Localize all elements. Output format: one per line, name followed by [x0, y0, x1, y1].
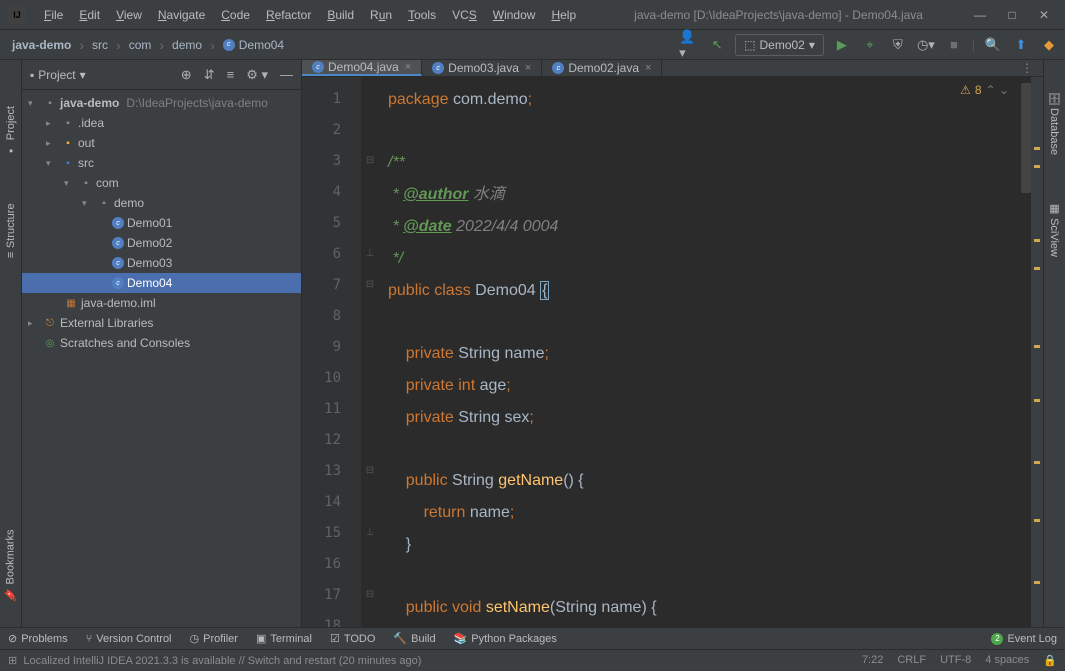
menu-refactor[interactable]: Refactor — [258, 4, 319, 26]
back-arrow-icon[interactable]: ↖ — [707, 35, 727, 55]
ide-button[interactable]: ◆ — [1039, 35, 1059, 55]
tool-sciview[interactable]: ▦ SciView — [1045, 196, 1064, 263]
tab-version-control[interactable]: ⑂ Version Control — [86, 633, 172, 645]
tree-file-demo02[interactable]: cDemo02 — [22, 233, 301, 253]
tool-bookmarks[interactable]: 🔖Bookmarks — [1, 523, 20, 607]
close-icon[interactable]: × — [645, 62, 651, 74]
menu-build[interactable]: Build — [319, 4, 362, 26]
expand-icon[interactable]: ⇵ — [204, 67, 215, 83]
close-icon[interactable]: × — [525, 62, 531, 74]
tab-terminal[interactable]: ▣ Terminal — [256, 632, 312, 645]
code-editor[interactable]: package com.demo; /** * @author 水滴 * @da… — [378, 77, 1031, 627]
tree-scratch[interactable]: ◎Scratches and Consoles — [22, 333, 301, 353]
tab-demo03[interactable]: cDemo03.java× — [422, 60, 542, 76]
tool-windows-icon[interactable]: ⊞ — [8, 654, 17, 667]
lock-icon[interactable]: 🔒 — [1043, 654, 1057, 667]
tab-profiler[interactable]: ◷ Profiler — [190, 632, 238, 645]
stop-button[interactable]: ■ — [944, 35, 964, 55]
tree-demo[interactable]: ▾▪demo — [22, 193, 301, 213]
status-message[interactable]: Localized IntelliJ IDEA 2021.3.3 is avai… — [23, 655, 421, 667]
tab-build[interactable]: 🔨 Build — [393, 632, 435, 645]
crumb-com[interactable]: com — [123, 35, 158, 55]
editor-area: cDemo04.java× cDemo03.java× cDemo02.java… — [302, 60, 1043, 627]
warning-indicator[interactable]: ⚠ 8 ⌃ ⌄ — [960, 83, 1009, 97]
titlebar: IJ File Edit View Navigate Code Refactor… — [0, 0, 1065, 30]
project-view-select[interactable]: ▪ Project ▾ — [30, 68, 86, 82]
add-user-icon[interactable]: 👤▾ — [679, 35, 699, 55]
menu-run[interactable]: Run — [362, 4, 400, 26]
line-number-gutter: 123456789101112131415161718 — [302, 77, 362, 627]
indent[interactable]: 4 spaces — [985, 654, 1029, 667]
caret-position[interactable]: 7:22 — [862, 654, 883, 667]
menu-tools[interactable]: Tools — [400, 4, 444, 26]
minimize-button[interactable]: — — [973, 8, 987, 22]
bottom-tool-tabs: ⊘ Problems ⑂ Version Control ◷ Profiler … — [0, 627, 1065, 649]
maximize-button[interactable]: □ — [1005, 8, 1019, 22]
encoding[interactable]: UTF-8 — [940, 654, 971, 667]
debug-button[interactable]: ⌖ — [860, 35, 880, 55]
overview-scrollbar[interactable] — [1021, 83, 1031, 193]
crumb-src[interactable]: src — [86, 35, 114, 55]
hide-icon[interactable]: — — [280, 67, 293, 83]
breadcrumb: java-demo› src› com› demo› cDemo04 — [6, 35, 290, 55]
menu-view[interactable]: View — [108, 4, 150, 26]
editor-tabs: cDemo04.java× cDemo03.java× cDemo02.java… — [302, 60, 1043, 77]
menu-edit[interactable]: Edit — [71, 4, 108, 26]
main-menu: File Edit View Navigate Code Refactor Bu… — [36, 4, 584, 26]
tabs-more-icon[interactable]: ⋮ — [1011, 60, 1043, 76]
run-button[interactable]: ▶ — [832, 35, 852, 55]
run-configuration-select[interactable]: ⬚ Demo02 ▾ — [735, 34, 824, 56]
tree-file-demo03[interactable]: cDemo03 — [22, 253, 301, 273]
tree-com[interactable]: ▾▪com — [22, 173, 301, 193]
tree-idea[interactable]: ▸▪.idea — [22, 113, 301, 133]
project-panel: ▪ Project ▾ ⊕ ⇵ ≡ ⚙ ▾ — ▾▪java-demoD:\Id… — [22, 60, 302, 627]
tree-iml[interactable]: ▦java-demo.iml — [22, 293, 301, 313]
tree-out[interactable]: ▸▪out — [22, 133, 301, 153]
update-button[interactable]: ⬆ — [1011, 35, 1031, 55]
search-button[interactable]: 🔍 — [983, 35, 1003, 55]
tree-extlib[interactable]: ▸⎋External Libraries — [22, 313, 301, 333]
tree-file-demo01[interactable]: cDemo01 — [22, 213, 301, 233]
status-bar: ⊞ Localized IntelliJ IDEA 2021.3.3 is av… — [0, 649, 1065, 671]
menu-file[interactable]: File — [36, 4, 71, 26]
tab-todo[interactable]: ☑ TODO — [330, 632, 375, 645]
menu-help[interactable]: Help — [543, 4, 584, 26]
menu-vcs[interactable]: VCS — [444, 4, 485, 26]
tab-demo04[interactable]: cDemo04.java× — [302, 60, 422, 76]
collapse-icon[interactable]: ≡ — [227, 67, 235, 83]
tool-database[interactable]: 🗄 Database — [1045, 85, 1064, 161]
fold-gutter: ⊟⊥⊟⊟⊥⊟ — [362, 77, 378, 627]
error-stripe — [1031, 77, 1043, 627]
menu-navigate[interactable]: Navigate — [150, 4, 213, 26]
settings-icon[interactable]: ⚙ ▾ — [246, 67, 268, 83]
tree-file-demo04[interactable]: cDemo04 — [22, 273, 301, 293]
right-tool-strip: 🗄 Database ▦ SciView — [1043, 60, 1065, 627]
coverage-button[interactable]: ⛨ — [888, 35, 908, 55]
navigation-bar: java-demo› src› com› demo› cDemo04 👤▾ ↖ … — [0, 30, 1065, 60]
project-tree: ▾▪java-demoD:\IdeaProjects\java-demo ▸▪.… — [22, 90, 301, 627]
window-controls: — □ ✕ — [973, 8, 1051, 22]
window-title: java-demo [D:\IdeaProjects\java-demo] - … — [584, 8, 973, 22]
select-opened-icon[interactable]: ⊕ — [181, 67, 192, 83]
menu-code[interactable]: Code — [213, 4, 258, 26]
crumb-demo[interactable]: demo — [166, 35, 208, 55]
line-separator[interactable]: CRLF — [897, 654, 926, 667]
tab-problems[interactable]: ⊘ Problems — [8, 632, 68, 645]
menu-window[interactable]: Window — [485, 4, 544, 26]
tab-python-packages[interactable]: 📚 Python Packages — [454, 632, 557, 645]
crumb-project[interactable]: java-demo — [6, 35, 77, 55]
tool-project[interactable]: ▪Project — [2, 100, 20, 162]
tool-structure[interactable]: ≡Structure — [2, 197, 20, 264]
close-icon[interactable]: × — [405, 61, 411, 73]
tree-src[interactable]: ▾▪src — [22, 153, 301, 173]
tree-root[interactable]: ▾▪java-demoD:\IdeaProjects\java-demo — [22, 93, 301, 113]
event-log-button[interactable]: 2 Event Log — [991, 633, 1057, 645]
tab-demo02[interactable]: cDemo02.java× — [542, 60, 662, 76]
profiler-button[interactable]: ◷▾ — [916, 35, 936, 55]
close-button[interactable]: ✕ — [1037, 8, 1051, 22]
left-tool-strip: ▪Project ≡Structure 🔖Bookmarks — [0, 60, 22, 627]
crumb-class[interactable]: cDemo04 — [217, 35, 290, 55]
ide-logo: IJ — [8, 6, 26, 24]
